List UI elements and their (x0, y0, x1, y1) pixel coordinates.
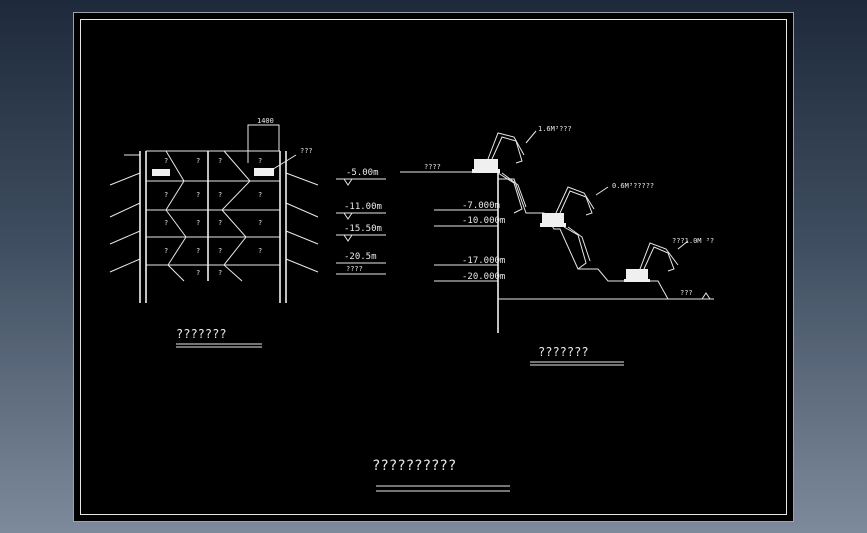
bottom-label: ??? (680, 289, 693, 297)
cell-mark: ? (218, 191, 222, 199)
cell-mark: ? (164, 157, 168, 165)
excavator-small-icon-2 (254, 168, 274, 176)
drawing-title: ?????????? (372, 458, 456, 474)
excavator-label: 1.6M³??? (538, 125, 572, 133)
excavator-small-icon (152, 169, 170, 176)
bottom-marker-icon (701, 292, 711, 300)
cell-mark: ? (218, 219, 222, 227)
left-section: 1400 ??? ? ? ? ? ? ? ? ? ? ? ? ? ? ? ? ?… (109, 117, 319, 348)
elevation-label: -15.50m (344, 224, 382, 234)
cell-mark: ? (258, 219, 262, 227)
leader-line (525, 130, 537, 144)
elevation-marker-icon (343, 234, 353, 242)
excavator-label: 0.6M³????? (612, 182, 654, 190)
cell-mark: ? (218, 157, 222, 165)
elevation-label: -11.00m (344, 202, 382, 212)
cell-mark: ? (196, 219, 200, 227)
elevation-marker-icon (343, 178, 353, 186)
slope-right (221, 150, 251, 282)
level-label: -10.000m (462, 216, 505, 226)
elevation-label: -20.5m (344, 252, 377, 262)
top-dimension (247, 124, 280, 163)
excavator-icon (540, 186, 595, 270)
right-section-caption: ??????? (538, 345, 589, 359)
cell-mark: ? (164, 247, 168, 255)
anchor-right-1 (285, 172, 319, 186)
anchor-right-4 (285, 258, 319, 273)
elevation-note: ???? (346, 265, 363, 273)
cell-mark: ? (196, 157, 200, 165)
level-label: -17.000m (462, 256, 505, 266)
cell-mark: ? (164, 219, 168, 227)
cell-mark: ? (196, 191, 200, 199)
cell-mark: ? (218, 269, 222, 277)
level-label: -7.000m (462, 201, 500, 211)
elevation-legend: -5.00m -11.00m -15.50m -20.5m ???? (336, 168, 386, 275)
left-section-caption: ??????? (176, 327, 227, 341)
drawing-sheet: 1400 ??? ? ? ? ? ? ? ? ? ? ? ? ? ? ? ? ?… (73, 12, 794, 522)
top-dimension-label: 1400 (257, 117, 274, 125)
cell-mark: ? (196, 247, 200, 255)
elevation-marker-icon (343, 212, 353, 220)
right-section: ???? -7.000m -10.000m -17.000m -20.000m … (400, 125, 714, 366)
ground-label: ???? (424, 163, 441, 171)
anchor-left-4 (109, 258, 141, 273)
excavator-label: ???1.0M ³? (672, 237, 714, 245)
cell-mark: ? (258, 191, 262, 199)
cell-mark: ? (164, 191, 168, 199)
excavator-icon (624, 242, 679, 282)
callout-label: ??? (300, 147, 313, 155)
cell-mark: ? (196, 269, 200, 277)
anchor-right-2 (285, 202, 319, 218)
elevation-label: -5.00m (346, 168, 379, 178)
cell-mark: ? (258, 247, 262, 255)
cell-mark: ? (258, 157, 262, 165)
leader-line (595, 186, 609, 196)
anchor-left-1 (109, 172, 141, 186)
level-label: -20.000m (462, 272, 505, 282)
anchor-right-3 (285, 230, 319, 245)
anchor-left-2 (109, 202, 141, 218)
anchor-left-3 (109, 230, 141, 245)
cell-mark: ? (218, 247, 222, 255)
cad-drawing: 1400 ??? ? ? ? ? ? ? ? ? ? ? ? ? ? ? ? ?… (109, 117, 714, 492)
